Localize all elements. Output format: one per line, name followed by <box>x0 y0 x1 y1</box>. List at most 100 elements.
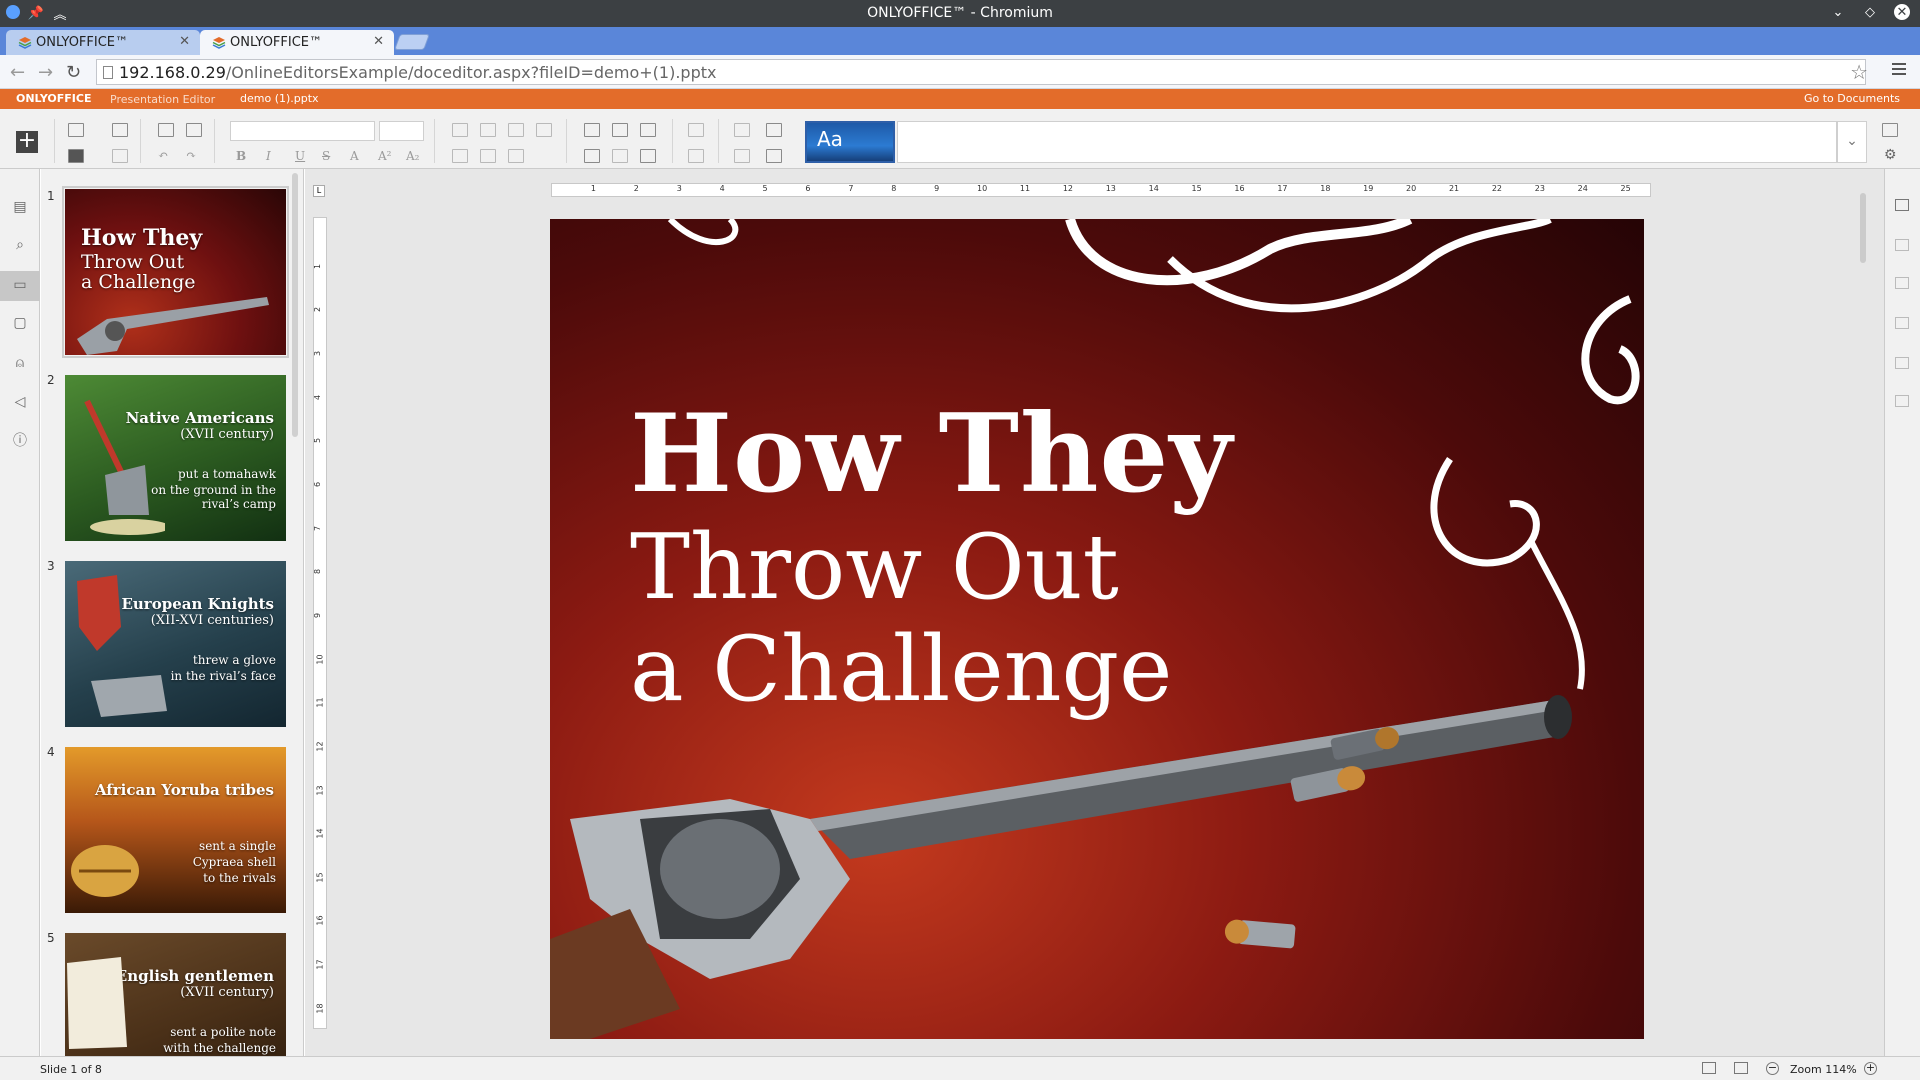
canvas-vertical-scrollbar[interactable] <box>1858 183 1868 1043</box>
info-icon[interactable]: ⓘ <box>12 433 28 449</box>
file-menu-icon[interactable] <box>68 123 84 137</box>
bookmark-star-icon[interactable]: ☆ <box>1850 60 1868 84</box>
tab-close-icon[interactable]: ✕ <box>373 34 384 49</box>
slides-icon[interactable]: ▭ <box>12 277 28 293</box>
redo-icon[interactable]: ↷ <box>186 148 196 162</box>
go-to-documents-link[interactable]: Go to Documents <box>1804 92 1900 105</box>
theme-label: Aa <box>817 127 843 151</box>
vertical-align-icon[interactable] <box>480 149 496 163</box>
decrease-indent-icon[interactable] <box>508 123 524 137</box>
back-icon[interactable]: ← <box>10 62 25 83</box>
increase-indent-icon[interactable] <box>536 123 552 137</box>
insert-table-icon[interactable] <box>584 149 600 163</box>
insert-link-icon[interactable] <box>612 149 628 163</box>
slide-thumbnail-1[interactable]: How They Throw Out a Challenge <box>62 186 289 358</box>
subscript-button[interactable]: A₂ <box>406 149 419 163</box>
align-shape-icon[interactable] <box>688 149 704 163</box>
slide-number: 3 <box>47 559 55 573</box>
slide-thumbnail-5[interactable]: English gentlemen (XVII century) sent a … <box>65 933 286 1056</box>
browser-menu-icon[interactable] <box>1892 63 1906 78</box>
insert-shape-icon[interactable] <box>640 149 656 163</box>
browser-tab-1[interactable]: ONLYOFFICE™ ✕ <box>6 30 200 55</box>
slide-thumbnail-4[interactable]: African Yoruba tribes sent a single Cypr… <box>65 747 286 913</box>
numbering-icon[interactable] <box>480 123 496 137</box>
comments-icon[interactable]: ▢ <box>12 315 28 331</box>
line-spacing-icon[interactable] <box>508 149 524 163</box>
insert-textbox-icon[interactable] <box>640 123 656 137</box>
insert-chart-icon[interactable] <box>612 123 628 137</box>
slide-settings-icon[interactable] <box>1895 199 1909 211</box>
table-settings-icon[interactable] <box>1895 357 1909 369</box>
save-icon[interactable] <box>112 149 128 163</box>
arrange-icon[interactable] <box>688 123 704 137</box>
ruler-number: 3 <box>313 350 323 356</box>
forward-icon[interactable]: → <box>38 62 53 83</box>
speaker-icon[interactable]: ◁ <box>12 394 28 410</box>
font-size-select[interactable] <box>379 121 424 141</box>
copy-icon[interactable] <box>158 123 174 137</box>
vertical-ruler[interactable]: 1 2 3 4 5 6 7 8 9 10 11 12 13 14 15 16 17 18 <box>313 217 327 1029</box>
color-scheme-icon[interactable] <box>766 123 782 137</box>
paste-icon[interactable] <box>186 123 202 137</box>
ruler-number: 13 <box>315 784 325 796</box>
theme-dropdown-icon[interactable]: ⌄ <box>1837 121 1867 163</box>
superscript-button[interactable]: A² <box>378 149 391 163</box>
slide-thumbnail-2[interactable]: Native Americans (XVII century) put a to… <box>65 375 286 541</box>
image-settings-icon[interactable] <box>1895 277 1909 289</box>
window-title-bar: 📌 ︽ ONLYOFFICE™ - Chromium ⌄ ◇ ✕ <box>0 0 1920 27</box>
main-slide[interactable]: How They Throw Out a Challenge <box>550 219 1644 1039</box>
ruler-number: 21 <box>1448 184 1460 193</box>
text-settings-icon[interactable] <box>1895 317 1909 329</box>
underline-button[interactable]: U <box>295 149 305 163</box>
horizontal-ruler[interactable]: 1 2 3 4 5 6 7 8 9 10 11 12 13 14 15 16 17 18 19 20 21 22 23 24 2… <box>551 183 1651 197</box>
insert-image-icon[interactable] <box>584 123 600 137</box>
ruler-number: 3 <box>676 184 682 193</box>
url-input[interactable]: 192.168.0.29/OnlineEditorsExample/docedi… <box>96 59 1866 85</box>
minimize-icon[interactable]: ⌄ <box>1830 4 1846 20</box>
gear-icon[interactable]: ⚙ <box>1884 147 1897 163</box>
view-settings-icon[interactable] <box>1882 123 1898 137</box>
fit-slide-icon[interactable] <box>1702 1062 1716 1074</box>
zoom-in-icon[interactable]: + <box>1864 1062 1877 1075</box>
shape-settings-icon[interactable] <box>1895 239 1909 251</box>
font-name-select[interactable] <box>230 121 375 141</box>
onlyoffice-logo[interactable]: ONLYOFFICE <box>16 92 92 105</box>
fit-width-icon[interactable] <box>1734 1062 1748 1074</box>
user-icon[interactable]: ⍝ <box>12 355 28 371</box>
slide-title-line-1[interactable]: How They <box>630 391 1233 517</box>
scrollbar-thumb[interactable] <box>1860 193 1866 263</box>
slide-thumbnail-3[interactable]: European Knights (XII-XVI centuries) thr… <box>65 561 286 727</box>
chart-settings-icon[interactable] <box>1895 395 1909 407</box>
ruler-number: 7 <box>313 525 323 531</box>
panel-scrollbar[interactable] <box>292 173 298 437</box>
close-window-icon[interactable]: ✕ <box>1894 4 1910 20</box>
bullets-icon[interactable] <box>452 123 468 137</box>
ruler-number: 5 <box>313 438 323 444</box>
print-icon[interactable] <box>112 123 128 137</box>
strikethrough-button[interactable]: S <box>322 149 330 163</box>
slide-title-line-3[interactable]: a Challenge <box>630 617 1172 722</box>
theme-thumbnail[interactable]: Aa <box>805 121 895 163</box>
tab-close-icon[interactable]: ✕ <box>179 34 190 49</box>
italic-button[interactable]: I <box>266 149 271 163</box>
undo-icon[interactable]: ↶ <box>158 148 168 162</box>
browser-tab-2[interactable]: ONLYOFFICE™ ✕ <box>200 30 394 55</box>
ruler-corner[interactable]: L <box>313 185 325 197</box>
file-icon[interactable]: ▤ <box>12 199 28 215</box>
reload-icon[interactable]: ↻ <box>66 62 81 83</box>
play-slideshow-icon[interactable] <box>68 149 84 163</box>
theme-gallery[interactable] <box>897 121 1837 163</box>
bold-button[interactable]: B <box>236 149 246 163</box>
slide-title-line-2[interactable]: Throw Out <box>630 515 1119 620</box>
add-slide-button[interactable]: + <box>16 130 38 153</box>
zoom-out-icon[interactable]: − <box>1766 1062 1779 1075</box>
thumb-body-1: threw a glove <box>192 653 276 667</box>
copy-style-icon[interactable] <box>734 149 750 163</box>
new-tab-button[interactable] <box>394 34 430 50</box>
slide-size-icon[interactable] <box>766 149 782 163</box>
font-color-button[interactable]: A <box>350 149 359 163</box>
search-icon[interactable]: ⌕ <box>12 237 28 253</box>
maximize-icon[interactable]: ◇ <box>1862 4 1878 20</box>
align-icon[interactable] <box>452 149 468 163</box>
clear-style-icon[interactable] <box>734 123 750 137</box>
